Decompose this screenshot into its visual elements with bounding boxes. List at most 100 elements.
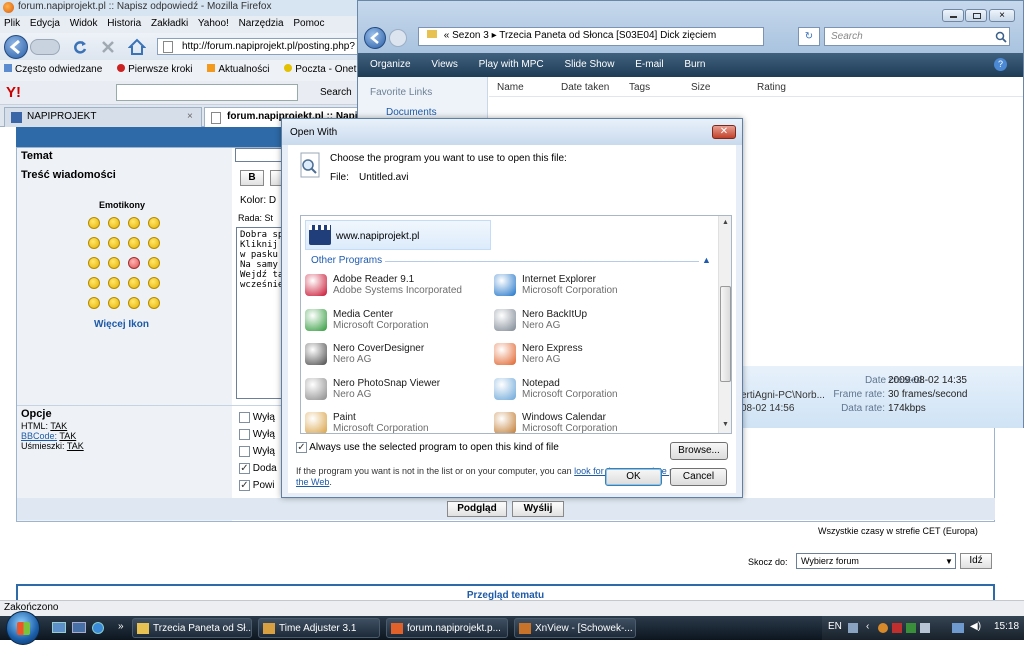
back-button[interactable]	[364, 27, 386, 49]
switch-windows-icon[interactable]	[72, 622, 86, 633]
program-item[interactable]: Nero PhotoSnap Viewer Nero AG	[305, 376, 485, 408]
emoticon[interactable]	[108, 277, 120, 289]
volume-icon[interactable]: ◀)	[970, 621, 981, 632]
taskbar-button[interactable]: Time Adjuster 3.1	[258, 618, 380, 638]
emoticon[interactable]	[148, 257, 160, 269]
breadcrumb-sezon[interactable]: Sezon 3	[452, 30, 489, 41]
collapse-icon[interactable]: ▲	[702, 255, 711, 265]
bookmark-pierwsze-kroki[interactable]: Pierwsze kroki	[117, 64, 198, 75]
tray-icon[interactable]	[878, 623, 888, 633]
documents-link[interactable]: Documents	[386, 107, 437, 118]
yahoo-search-button[interactable]: Search	[320, 87, 352, 98]
bookmark-aktualnosci[interactable]: Aktualności	[207, 64, 275, 75]
send-button[interactable]: Wyślij	[512, 501, 564, 517]
taskbar-button[interactable]: Trzecia Paneta od Sł...	[132, 618, 252, 638]
home-icon[interactable]	[128, 38, 146, 56]
emoticon[interactable]	[108, 217, 120, 229]
jump-select[interactable]: Wybierz forum ▼	[796, 553, 956, 569]
taskbar-button[interactable]: XnView - [Schowek-...	[514, 618, 636, 638]
program-item[interactable]: Paint Microsoft Corporation	[305, 410, 485, 433]
menu-widok[interactable]: Widok	[70, 18, 98, 29]
menu-edycja[interactable]: Edycja	[30, 18, 60, 29]
emoticon[interactable]	[148, 297, 160, 309]
forward-button[interactable]	[30, 39, 60, 55]
go-button[interactable]: Idź	[960, 553, 992, 569]
dialog-close-button[interactable]: ✕	[712, 125, 736, 139]
forward-button[interactable]	[389, 29, 407, 47]
program-list[interactable]: www.napiprojekt.pl Other Programs ▲ Adob…	[300, 215, 732, 434]
column-size[interactable]: Size	[691, 82, 710, 93]
minimize-button[interactable]	[942, 9, 964, 22]
menu-yahoo[interactable]: Yahoo!	[198, 18, 229, 29]
url-bar[interactable]: http://forum.napiprojekt.pl/posting.php?	[157, 38, 360, 55]
emoticon[interactable]	[88, 237, 100, 249]
recommended-program[interactable]: www.napiprojekt.pl	[305, 220, 491, 250]
emoticon[interactable]	[128, 237, 140, 249]
option-checkbox[interactable]	[239, 480, 250, 491]
close-button[interactable]: ×	[989, 9, 1015, 22]
refresh-button[interactable]: ↻	[798, 27, 820, 46]
topic-input[interactable]	[235, 148, 283, 162]
tab-napiprojekt[interactable]: NAPIPROJEKT ×	[4, 107, 202, 127]
option-checkbox[interactable]	[239, 429, 250, 440]
clock[interactable]: 15:18	[994, 621, 1019, 632]
tab-close-icon[interactable]: ×	[187, 111, 193, 122]
column-name[interactable]: Name	[497, 82, 524, 93]
option-row[interactable]: Wyłą	[239, 412, 275, 423]
emoticon[interactable]	[128, 257, 140, 269]
emoticon[interactable]	[88, 297, 100, 309]
emoticon[interactable]	[148, 237, 160, 249]
option-row[interactable]: Wyłą	[239, 446, 275, 457]
program-item[interactable]: Nero BackItUp Nero AG	[494, 307, 674, 339]
menu-zakladki[interactable]: Zakładki	[151, 18, 188, 29]
menu-plik[interactable]: Plik	[4, 18, 20, 29]
emoticon[interactable]	[148, 217, 160, 229]
ok-button[interactable]: OK	[605, 468, 662, 486]
cancel-button[interactable]: Cancel	[670, 468, 727, 486]
emoticon[interactable]	[108, 237, 120, 249]
preview-button[interactable]: Podgląd	[447, 501, 507, 517]
tray-chevron-icon[interactable]: ‹	[866, 621, 869, 632]
email-button[interactable]: E-mail	[635, 59, 663, 70]
menu-pomoc[interactable]: Pomoc	[293, 18, 324, 29]
tray-icon[interactable]	[906, 623, 916, 633]
slide-show-button[interactable]: Slide Show	[564, 59, 614, 70]
emoticon[interactable]	[148, 277, 160, 289]
emoticon[interactable]	[108, 297, 120, 309]
tray-icon[interactable]	[892, 623, 902, 633]
address-bar[interactable]: « Sezon 3 ▸ Trzecia Paneta od Słonca [S0…	[418, 27, 764, 46]
program-item[interactable]: Internet Explorer Microsoft Corporation	[494, 272, 674, 304]
list-scrollbar[interactable]: ▲ ▼	[718, 216, 731, 433]
program-item[interactable]: Windows Calendar Microsoft Corporation	[494, 410, 674, 433]
more-icons-link[interactable]: Więcej Ikon	[94, 319, 149, 330]
maximize-button[interactable]	[965, 9, 987, 22]
browse-button[interactable]: Browse...	[670, 442, 728, 460]
option-checkbox[interactable]	[239, 412, 250, 423]
tray-icon[interactable]	[920, 623, 930, 633]
menu-historia[interactable]: Historia	[107, 18, 141, 29]
show-desktop-icon[interactable]	[52, 622, 66, 633]
bold-button[interactable]: B	[240, 170, 264, 186]
option-row[interactable]: Powi	[239, 480, 274, 491]
emoticon[interactable]	[88, 257, 100, 269]
menu-narzedzia[interactable]: Narzędzia	[239, 18, 284, 29]
program-item[interactable]: Nero CoverDesigner Nero AG	[305, 341, 485, 373]
message-textarea[interactable]: Dobra sp Kliknij na w pasku Na samy Wejd…	[236, 227, 282, 399]
language-indicator[interactable]: EN	[828, 621, 842, 632]
program-item[interactable]: Media Center Microsoft Corporation	[305, 307, 485, 339]
quick-launch-more-icon[interactable]: »	[118, 621, 124, 632]
smilies-link[interactable]: TAK	[67, 441, 84, 451]
views-button[interactable]: Views	[431, 59, 458, 70]
option-checkbox[interactable]	[239, 446, 250, 457]
yahoo-logo[interactable]: Y!	[6, 84, 21, 101]
program-item[interactable]: Adobe Reader 9.1 Adobe Systems Incorporat…	[305, 272, 485, 304]
emoticon[interactable]	[88, 277, 100, 289]
internet-explorer-icon[interactable]	[92, 622, 104, 634]
tray-icon[interactable]	[848, 623, 858, 633]
taskbar-button[interactable]: forum.napiprojekt.p...	[386, 618, 508, 638]
breadcrumb-folder[interactable]: Trzecia Paneta od Słonca [S03E04] Dick z…	[499, 30, 716, 41]
stop-icon[interactable]	[100, 39, 116, 55]
emoticon[interactable]	[108, 257, 120, 269]
topic-review-bar[interactable]: Przegląd tematu	[16, 584, 995, 601]
explorer-search-input[interactable]: Search	[824, 27, 1010, 46]
